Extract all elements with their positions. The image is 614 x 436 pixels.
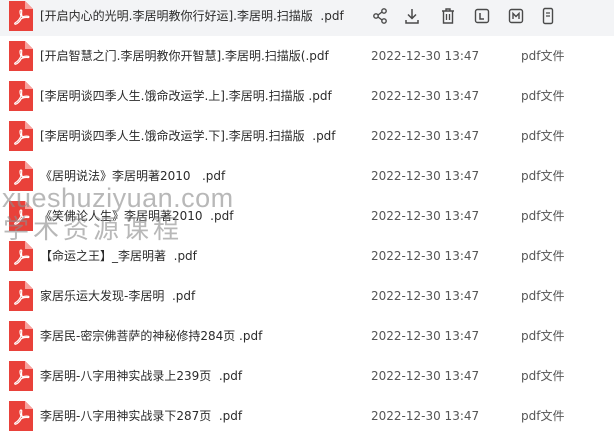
file-date: 2022-12-30 13:47: [371, 329, 480, 343]
download-icon[interactable]: [402, 6, 422, 26]
file-type: pdf文件: [521, 409, 565, 423]
file-date: 2022-12-30 13:47: [371, 89, 480, 103]
share-icon[interactable]: [370, 6, 390, 26]
file-row[interactable]: [开启内心的光明.李居明教你行好运].李居明.扫描版 .pdf: [0, 0, 614, 36]
pdf-file-icon: [9, 161, 33, 191]
pdf-file-icon: [9, 321, 33, 351]
file-name[interactable]: 【命运之王】_李居明著 .pdf: [40, 247, 197, 265]
file-type: pdf文件: [521, 129, 565, 143]
file-date: 2022-12-30 13:47: [371, 209, 480, 223]
file-date: 2022-12-30 13:47: [371, 129, 480, 143]
file-date: 2022-12-30 13:47: [371, 169, 480, 183]
pdf-file-icon: [9, 1, 33, 31]
file-list: [开启内心的光明.李居明教你行好运].李居明.扫描版 .pdf [开启智慧之门.…: [0, 0, 614, 431]
file-row[interactable]: 《笑佛论人生》李居明著2010 .pdf 2022-12-30 13:47 pd…: [0, 196, 614, 236]
file-row[interactable]: [开启智慧之门.李居明教你开智慧].李居明.扫描版(.pdf 2022-12-3…: [0, 36, 614, 76]
file-type: pdf文件: [521, 369, 565, 383]
pdf-file-icon: [9, 81, 33, 111]
open-panel-icon[interactable]: [506, 6, 526, 26]
file-type: pdf文件: [521, 209, 565, 223]
copy-link-icon[interactable]: [472, 6, 492, 26]
file-row[interactable]: [李居明谈四季人生.饿命改运学.下].李居明.扫描版 .pdf 2022-12-…: [0, 116, 614, 156]
pdf-file-icon: [9, 241, 33, 271]
file-type: pdf文件: [521, 49, 565, 63]
pdf-file-icon: [9, 361, 33, 391]
file-row[interactable]: 【命运之王】_李居明著 .pdf 2022-12-30 13:47 pdf文件: [0, 236, 614, 276]
file-name[interactable]: [李居明谈四季人生.饿命改运学.上].李居明.扫描版 .pdf: [40, 87, 332, 105]
file-row[interactable]: 李居明-八字用神实战录下287页 .pdf 2022-12-30 13:47 p…: [0, 396, 614, 436]
file-row[interactable]: 李居明-八字用神实战录上239页 .pdf 2022-12-30 13:47 p…: [0, 356, 614, 396]
file-name[interactable]: 李居明-八字用神实战录下287页 .pdf: [40, 407, 242, 425]
file-date: 2022-12-30 13:47: [371, 289, 480, 303]
file-date: 2022-12-30 13:47: [371, 369, 480, 383]
file-name[interactable]: 《居明说法》李居明著2010 .pdf: [40, 167, 225, 185]
file-type: pdf文件: [521, 329, 565, 343]
file-type: pdf文件: [521, 289, 565, 303]
file-type: pdf文件: [521, 169, 565, 183]
file-name[interactable]: 家居乐运大发现-李居明 .pdf: [40, 287, 195, 305]
file-row[interactable]: 家居乐运大发现-李居明 .pdf 2022-12-30 13:47 pdf文件: [0, 276, 614, 316]
file-name[interactable]: 李居民-密宗佛菩萨的神秘修持284页 .pdf: [40, 327, 262, 345]
pdf-file-icon: [9, 121, 33, 151]
file-row[interactable]: 李居民-密宗佛菩萨的神秘修持284页 .pdf 2022-12-30 13:47…: [0, 316, 614, 356]
file-row[interactable]: [李居明谈四季人生.饿命改运学.上].李居明.扫描版 .pdf 2022-12-…: [0, 76, 614, 116]
file-type: pdf文件: [521, 89, 565, 103]
delete-icon[interactable]: [438, 6, 458, 26]
more-icon[interactable]: [538, 6, 558, 26]
file-name[interactable]: 《笑佛论人生》李居明著2010 .pdf: [40, 207, 233, 225]
file-date: 2022-12-30 13:47: [371, 49, 480, 63]
pdf-file-icon: [9, 401, 33, 431]
file-name[interactable]: [开启智慧之门.李居明教你开智慧].李居明.扫描版(.pdf: [40, 47, 329, 65]
pdf-file-icon: [9, 281, 33, 311]
pdf-file-icon: [9, 41, 33, 71]
file-type: pdf文件: [521, 249, 565, 263]
file-name[interactable]: [开启内心的光明.李居明教你行好运].李居明.扫描版 .pdf: [40, 7, 344, 25]
file-name[interactable]: [李居明谈四季人生.饿命改运学.下].李居明.扫描版 .pdf: [40, 127, 336, 145]
file-date: 2022-12-30 13:47: [371, 409, 480, 423]
row-action-toolbar: [366, 3, 566, 29]
file-date: 2022-12-30 13:47: [371, 249, 480, 263]
file-name[interactable]: 李居明-八字用神实战录上239页 .pdf: [40, 367, 242, 385]
pdf-file-icon: [9, 201, 33, 231]
file-row[interactable]: 《居明说法》李居明著2010 .pdf 2022-12-30 13:47 pdf…: [0, 156, 614, 196]
